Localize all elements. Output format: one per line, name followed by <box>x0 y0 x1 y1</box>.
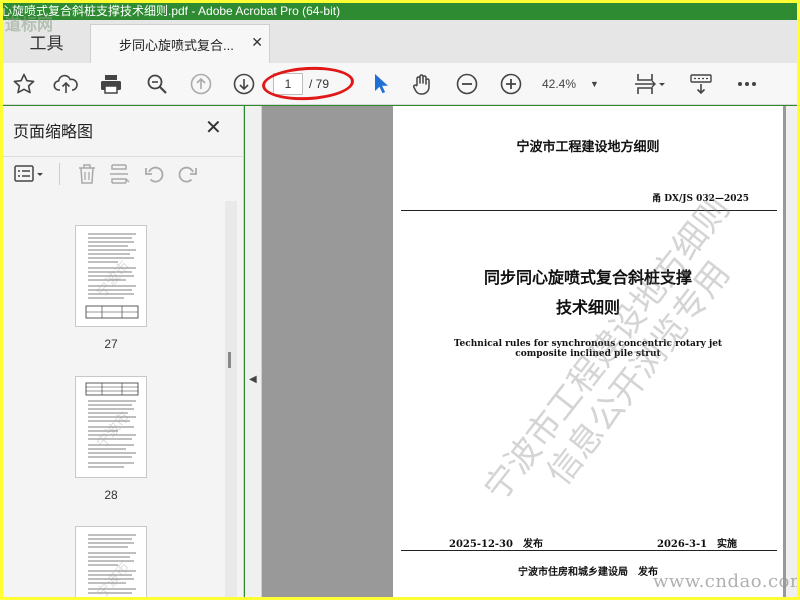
close-panel-icon[interactable]: ✕ <box>205 115 222 140</box>
thumbnail-scrollbar[interactable] <box>225 201 237 597</box>
title-bar: 心旋喷式复合斜桩支撑技术细则.pdf - Adobe Acrobat Pro (… <box>3 3 797 20</box>
thumbnail-page-28[interactable]: 宁波市 <box>75 376 147 478</box>
doc-english-title-line-2: composite inclined pile strut <box>515 349 661 359</box>
site-watermark: www.cndao.com <box>653 571 797 592</box>
tab-bar: 工具 步同心旋喷式复合... ✕ <box>3 20 797 63</box>
cloud-upload-icon[interactable] <box>51 70 81 98</box>
page-watermark: 宁波市工程建设地方细则 信息公开浏览专用 <box>475 187 772 536</box>
panel-resize-handle[interactable] <box>228 352 231 368</box>
thumbnail-options-icon[interactable] <box>11 160 49 188</box>
panel-title: 页面缩略图 <box>13 124 94 141</box>
page-number-input[interactable]: 1 <box>273 73 303 95</box>
keyboard-scroll-icon[interactable] <box>686 70 716 98</box>
toolbar-divider <box>59 163 60 185</box>
doc-code: 甬 DX/JS 032—2025 <box>652 194 749 204</box>
tab-document-label: 步同心旋喷式复合... <box>119 37 234 53</box>
thumbnail-list: 宁波市 27 宁波市 28 宁波市 <box>3 198 228 597</box>
document-view: ◀ 宁波市工程建设地方细则 甬 DX/JS 032—2025 同步同心旋喷式复合… <box>245 106 797 597</box>
hand-tool-icon[interactable] <box>407 70 437 98</box>
doc-english-title-line-1: Technical rules for synchronous concentr… <box>453 339 723 349</box>
page-navigator: 1 / 79 <box>265 71 349 97</box>
close-tab-icon[interactable]: ✕ <box>251 34 263 51</box>
previous-page-icon[interactable] <box>186 70 216 98</box>
acrobat-window: 心旋喷式复合斜桩支撑技术细则.pdf - Adobe Acrobat Pro (… <box>3 3 797 597</box>
zoom-search-icon[interactable] <box>142 70 172 98</box>
rotate-clockwise-icon[interactable] <box>173 160 201 188</box>
thumbnail-page-29[interactable]: 宁波市 <box>75 526 147 597</box>
thumbnail-toolbar <box>3 156 244 190</box>
tab-document[interactable]: 步同心旋喷式复合... ✕ <box>90 24 270 63</box>
svg-text:宁波市: 宁波市 <box>93 558 133 597</box>
main-toolbar: 1 / 79 42.4% ▼ <box>3 63 797 105</box>
delete-page-icon[interactable] <box>73 160 101 188</box>
select-cursor-icon[interactable] <box>367 70 393 98</box>
header-rule <box>401 210 777 211</box>
page-total: / 79 <box>309 77 330 91</box>
next-page-icon[interactable] <box>229 70 259 98</box>
window-title: 心旋喷式复合斜桩支撑技术细则.pdf - Adobe Acrobat Pro (… <box>3 4 341 18</box>
chevron-down-icon: ▼ <box>590 79 599 89</box>
corner-logo: 道标网 <box>5 15 54 34</box>
thumbnail-panel: 页面缩略图 ✕ 宁波市 27 宁波市 28 宁波市 <box>3 106 244 597</box>
thumbnail-page-27[interactable]: 宁波市 <box>75 225 147 327</box>
implement-date: 2026-3-1 实施 <box>657 539 738 550</box>
doc-title-line-2: 技术细则 <box>555 298 620 317</box>
footer-rule <box>401 550 777 551</box>
doc-header: 宁波市工程建设地方细则 <box>516 140 660 155</box>
bookmark-star-icon[interactable] <box>9 70 39 98</box>
rotate-counterclockwise-icon[interactable] <box>141 160 169 188</box>
zoom-out-icon[interactable] <box>452 70 482 98</box>
thumbnail-page-number: 27 <box>104 337 118 351</box>
zoom-value: 42.4% <box>542 77 577 91</box>
insert-page-icon[interactable] <box>105 160 133 188</box>
zoom-in-icon[interactable] <box>496 70 526 98</box>
collapse-left-icon: ◀ <box>249 374 257 385</box>
zoom-dropdown[interactable]: 42.4% ▼ <box>542 71 612 97</box>
pdf-page: 宁波市工程建设地方细则 甬 DX/JS 032—2025 同步同心旋喷式复合斜桩… <box>393 106 783 597</box>
watermark-line-2: 信息公开浏览专用 <box>539 253 739 493</box>
more-options-icon[interactable] <box>732 70 762 98</box>
collapse-panel-strip[interactable]: ◀ <box>245 106 262 597</box>
right-tools-strip <box>786 106 797 597</box>
thumbnail-page-number: 28 <box>104 488 118 502</box>
page-display-icon[interactable] <box>629 70 669 98</box>
print-icon[interactable] <box>96 70 126 98</box>
doc-title-line-1: 同步同心旋喷式复合斜桩支撑 <box>483 268 692 287</box>
issue-date: 2025-12-30 发布 <box>449 539 543 550</box>
